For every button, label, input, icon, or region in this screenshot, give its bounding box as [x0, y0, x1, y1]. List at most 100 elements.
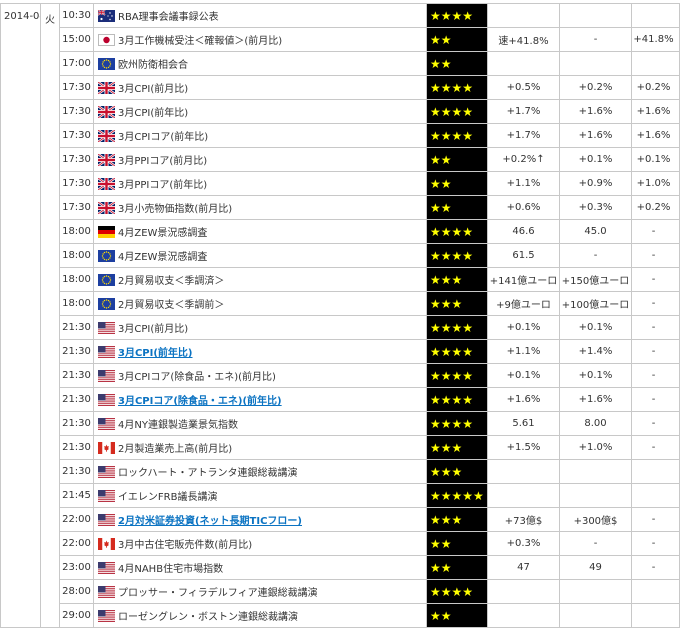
event-cell: 3月工作機械受注＜確報値＞(前月比): [93, 27, 427, 52]
importance-stars: ★★★★: [426, 387, 488, 412]
usa-flag-icon: [98, 393, 115, 406]
usa-flag-icon: [98, 585, 115, 598]
table-row: 17:30 3月PPIコア(前月比) ★★ +0.2%↑ +0.1% +0.1%: [1, 147, 680, 172]
importance-stars: ★★: [426, 27, 488, 52]
event-link[interactable]: 2月対米証券投資(ネット長期TICフロー): [118, 516, 302, 527]
event-name: 2月製造業売上高(前月比): [118, 444, 233, 455]
time-cell: 17:30: [59, 99, 94, 124]
forecast-cell: [487, 3, 560, 28]
table-row: 17:00 欧州防衛相会合 ★★: [1, 51, 680, 76]
time-cell: 18:00: [59, 291, 94, 316]
event-name: 3月CPI(前年比): [118, 108, 189, 119]
table-row: 22:00 3月中古住宅販売件数(前月比) ★★ +0.3% - -: [1, 531, 680, 556]
previous-cell: [631, 483, 680, 508]
japan-flag-icon: [98, 33, 115, 46]
result-cell: +100億ユーロ: [559, 291, 632, 316]
table-row: 21:30 2月製造業売上高(前月比) ★★★ +1.5% +1.0% -: [1, 435, 680, 460]
time-cell: 15:00: [59, 27, 94, 52]
usa-flag-icon: [98, 417, 115, 430]
time-cell: 21:30: [59, 387, 94, 412]
forecast-cell: [487, 603, 560, 628]
previous-cell: [631, 603, 680, 628]
event-cell: 3月PPIコア(前月比): [93, 147, 427, 172]
importance-stars: ★★★: [426, 291, 488, 316]
forecast-cell: +73億$: [487, 507, 560, 532]
previous-cell: -: [631, 315, 680, 340]
event-cell: 2月貿易収支＜季調前＞: [93, 291, 427, 316]
usa-flag-icon: [98, 321, 115, 334]
previous-cell: +0.2%: [631, 195, 680, 220]
result-cell: -: [559, 531, 632, 556]
result-cell: +300億$: [559, 507, 632, 532]
importance-stars: ★★: [426, 555, 488, 580]
date-cell: 2014-04-15: [0, 3, 41, 628]
result-cell: [559, 3, 632, 28]
result-cell: [559, 51, 632, 76]
importance-stars: ★★: [426, 195, 488, 220]
event-cell: ローゼングレン・ボストン連銀総裁講演: [93, 603, 427, 628]
previous-cell: [631, 3, 680, 28]
event-cell: 4月ZEW景況感調査: [93, 219, 427, 244]
forecast-cell: 速+41.8%: [487, 27, 560, 52]
result-cell: -: [559, 27, 632, 52]
importance-stars: ★★★★: [426, 411, 488, 436]
event-cell: 3月CPIコア(除食品・エネ)(前年比): [93, 387, 427, 412]
result-cell: +0.9%: [559, 171, 632, 196]
time-cell: 17:00: [59, 51, 94, 76]
importance-stars: ★★: [426, 51, 488, 76]
event-name: 3月PPIコア(前月比): [118, 156, 208, 167]
event-cell: 3月小売物価指数(前月比): [93, 195, 427, 220]
event-name: 4月ZEW景況感調査: [118, 252, 208, 263]
previous-cell: -: [631, 387, 680, 412]
event-name: 3月工作機械受注＜確報値＞(前月比): [118, 36, 283, 47]
previous-cell: +1.6%: [631, 99, 680, 124]
time-cell: 17:30: [59, 147, 94, 172]
forecast-cell: +141億ユーロ: [487, 267, 560, 292]
previous-cell: -: [631, 507, 680, 532]
time-cell: 21:30: [59, 339, 94, 364]
result-cell: +0.1%: [559, 363, 632, 388]
event-name: 3月CPIコア(前年比): [118, 132, 209, 143]
event-link[interactable]: 3月CPI(前年比): [118, 348, 193, 359]
forecast-cell: 47: [487, 555, 560, 580]
forecast-cell: [487, 579, 560, 604]
result-cell: +0.1%: [559, 147, 632, 172]
previous-cell: -: [631, 363, 680, 388]
importance-stars: ★★★: [426, 435, 488, 460]
forecast-cell: 46.6: [487, 219, 560, 244]
table-row: 17:30 3月CPIコア(前年比) ★★★★ +1.7% +1.6% +1.6%: [1, 123, 680, 148]
usa-flag-icon: [98, 489, 115, 502]
previous-cell: [631, 579, 680, 604]
forecast-cell: [487, 459, 560, 484]
event-cell: 3月CPI(前年比): [93, 339, 427, 364]
importance-stars: ★★★★: [426, 363, 488, 388]
result-cell: +0.1%: [559, 315, 632, 340]
result-cell: +0.3%: [559, 195, 632, 220]
time-cell: 17:30: [59, 75, 94, 100]
event-cell: イエレンFRB議長講演: [93, 483, 427, 508]
time-cell: 17:30: [59, 195, 94, 220]
previous-cell: +0.2%: [631, 75, 680, 100]
previous-cell: -: [631, 267, 680, 292]
table-row: 28:00 プロッサー・フィラデルフィア連銀総裁講演 ★★★★: [1, 579, 680, 604]
time-cell: 22:00: [59, 507, 94, 532]
importance-stars: ★★★★: [426, 219, 488, 244]
importance-stars: ★★★: [426, 267, 488, 292]
uk-flag-icon: [97, 176, 116, 191]
forecast-cell: +1.7%: [487, 99, 560, 124]
event-link[interactable]: 3月CPIコア(除食品・エネ)(前年比): [118, 396, 282, 407]
forecast-cell: +0.5%: [487, 75, 560, 100]
uk-flag-icon: [97, 80, 116, 95]
uk-flag-icon: [97, 200, 116, 215]
table-row: 21:30 3月CPIコア(除食品・エネ)(前年比) ★★★★ +1.6% +1.6% -: [1, 387, 680, 412]
eu-flag-icon: [98, 297, 115, 310]
table-row: 17:30 3月小売物価指数(前月比) ★★ +0.6% +0.3% +0.2%: [1, 195, 680, 220]
usa-flag-icon: [98, 513, 115, 526]
time-cell: 17:30: [59, 123, 94, 148]
event-name: 3月PPIコア(前年比): [118, 180, 208, 191]
table-row: 18:00 4月ZEW景況感調査 ★★★★ 61.5- -: [1, 243, 680, 268]
event-name: RBA理事会議事録公表: [118, 12, 219, 23]
importance-stars: ★★★: [426, 459, 488, 484]
previous-cell: -: [631, 555, 680, 580]
time-cell: 21:30: [59, 435, 94, 460]
